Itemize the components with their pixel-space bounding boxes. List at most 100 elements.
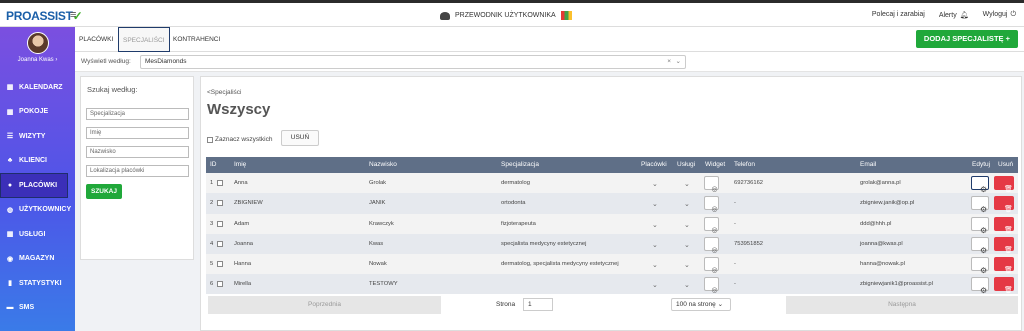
- edit-button[interactable]: ⚙: [971, 196, 989, 214]
- delete-button[interactable]: 🗑︎: [994, 216, 1014, 234]
- chevron-down-icon[interactable]: ⌄: [684, 180, 690, 188]
- edit-button[interactable]: ⚙: [971, 257, 989, 275]
- sidebar-item-klienci[interactable]: ♣ KLIENCI: [0, 149, 75, 174]
- chevron-down-icon[interactable]: ⌄: [684, 281, 690, 289]
- sidebar-item-kalendarz[interactable]: ▦ KALENDARZ: [0, 75, 75, 100]
- delete-button[interactable]: 🗑︎: [994, 196, 1014, 213]
- recommend-link[interactable]: Polecaj i zarabiaj: [872, 11, 925, 19]
- edit-button[interactable]: ⚙: [971, 176, 989, 194]
- sidebar-item-użytkownicy[interactable]: ◍ UŻYTKOWNICY: [0, 198, 75, 223]
- sidebar-item-label: POKOJE: [19, 108, 49, 116]
- chevron-down-icon[interactable]: ⌄: [652, 261, 658, 269]
- sidebar-item-pokoje[interactable]: ▦ POKOJE: [0, 100, 75, 125]
- delete-button[interactable]: 🗑︎: [994, 257, 1014, 274]
- sidebar-item-label: WIZYTY: [19, 132, 46, 140]
- delete-selected-button[interactable]: USUŃ: [281, 130, 319, 146]
- select-all[interactable]: Zaznacz wszystkich: [207, 136, 272, 143]
- row-phone: 753951852: [734, 240, 764, 247]
- graduation-cap-icon: [440, 11, 450, 20]
- tab-specjalisci[interactable]: SPECJALIŚCI: [118, 27, 170, 52]
- table-row: 6 Mirella TESTOWY - zbigniewjanik1@proassist…: [206, 274, 1018, 295]
- widget-button[interactable]: ◎: [704, 236, 719, 254]
- col-phone[interactable]: Telefon: [734, 161, 755, 168]
- box-icon: ◉: [6, 255, 14, 263]
- select-all-checkbox[interactable]: [207, 136, 213, 143]
- search-button[interactable]: SZUKAJ: [86, 184, 122, 199]
- chevron-down-icon[interactable]: ⌄: [684, 200, 690, 208]
- page-input[interactable]: 1: [523, 298, 553, 311]
- edit-button[interactable]: ⚙: [971, 236, 989, 255]
- page-size-select[interactable]: 100 na stronę ⌄: [671, 298, 731, 311]
- row-email: ddd@hhh.pl: [860, 220, 892, 227]
- select-all-label: Zaznacz wszystkich: [215, 136, 273, 143]
- widget-button[interactable]: ◎: [704, 176, 719, 193]
- filter-label: Wyświetl według:: [81, 58, 131, 65]
- col-email[interactable]: Email: [860, 161, 876, 168]
- delete-button[interactable]: 🗑︎: [994, 277, 1014, 294]
- sidebar: Joanna Kwas › ▦ KALENDARZ ▦ POKOJE ☰ WIZYTY ♣ K…: [0, 27, 75, 331]
- sidebar-item-placówki[interactable]: ● PLACÓWKI: [0, 173, 68, 198]
- chevron-down-icon[interactable]: ⌄: [652, 200, 658, 208]
- menu-icon[interactable]: ≡: [70, 9, 76, 21]
- next-page-button[interactable]: Następna: [786, 296, 1018, 314]
- sidebar-item-usługi[interactable]: ▦ USŁUGI: [0, 222, 75, 247]
- widget-button[interactable]: ◎: [704, 216, 719, 234]
- col-specialization[interactable]: Specjalizacja: [501, 161, 539, 168]
- chevron-down-icon[interactable]: ⌄: [684, 221, 690, 229]
- chevron-down-icon[interactable]: ⌄: [652, 241, 658, 249]
- row-checkbox[interactable]: [217, 200, 223, 207]
- edit-button[interactable]: ⚙: [971, 216, 989, 235]
- row-checkbox[interactable]: [217, 240, 223, 247]
- row-checkbox[interactable]: [217, 180, 223, 186]
- breadcrumb[interactable]: <Specjaliści: [207, 89, 242, 96]
- list-icon: ☰: [6, 133, 14, 141]
- row-checkbox[interactable]: [217, 261, 223, 268]
- logout-icon: ⏻: [1010, 11, 1016, 18]
- delete-button[interactable]: 🗑︎: [994, 236, 1014, 254]
- delete-button[interactable]: 🗑︎: [994, 176, 1014, 193]
- first-name-input[interactable]: Imię: [86, 127, 189, 139]
- col-services: Usługi: [677, 161, 696, 168]
- row-email: zbigniew.janik@op.pl: [860, 200, 915, 207]
- chevron-down-icon[interactable]: ⌄: [684, 241, 690, 249]
- widget-button[interactable]: ◎: [704, 277, 719, 294]
- col-id[interactable]: ID: [210, 161, 217, 168]
- chevron-down-icon[interactable]: ⌄: [684, 261, 690, 269]
- sidebar-item-statystyki[interactable]: ▮ STATYSTYKI: [0, 271, 75, 296]
- filter-select[interactable]: MesDiamonds × ⌄: [140, 55, 686, 69]
- sidebar-item-label: KALENDARZ: [19, 83, 63, 91]
- row-checkbox[interactable]: [217, 220, 223, 227]
- table-row: 1 Anna Grolak dermatolog 692736162 grolak@ann…: [206, 173, 1018, 194]
- col-first-name[interactable]: Imię: [234, 161, 246, 168]
- tab-kontrahenci[interactable]: KONTRAHENCI: [169, 27, 224, 52]
- clear-icon[interactable]: ×: [667, 56, 671, 68]
- chevron-down-icon[interactable]: ⌄: [676, 56, 681, 68]
- row-first-name: Anna: [234, 180, 248, 186]
- chevron-down-icon[interactable]: ⌄: [652, 281, 658, 289]
- widget-button[interactable]: ◎: [704, 196, 719, 213]
- alerts-link[interactable]: Alerty 🔔︎: [939, 11, 969, 19]
- last-name-input[interactable]: Nazwisko: [86, 146, 189, 158]
- row-id: 3: [210, 220, 214, 227]
- row-email: grolak@anna.pl: [860, 180, 901, 186]
- tabs-bar: PLACÓWKI SPECJALIŚCI KONTRAHENCI DODAJ S…: [75, 27, 1024, 52]
- row-specialization: fizjoterapeuta: [501, 220, 536, 227]
- sidebar-item-wizyty[interactable]: ☰ WIZYTY: [0, 124, 75, 149]
- sidebar-item-sms[interactable]: ▬ SMS: [0, 296, 75, 321]
- user-guide-link[interactable]: PRZEWODNIK UŻYTKOWNIKA: [440, 11, 572, 20]
- row-checkbox[interactable]: [217, 281, 223, 288]
- chevron-down-icon[interactable]: ⌄: [652, 221, 658, 229]
- add-specialist-button[interactable]: DODAJ SPECJALISTĘ +: [915, 30, 1018, 48]
- specialization-input[interactable]: Specjalizacja: [86, 108, 189, 120]
- tab-placowki[interactable]: PLACÓWKI: [75, 27, 117, 52]
- sidebar-item-magazyn[interactable]: ◉ MAGAZYN: [0, 247, 75, 272]
- location-input[interactable]: Lokalizacja placówki: [86, 165, 189, 177]
- user-profile[interactable]: Joanna Kwas ›: [0, 27, 75, 75]
- row-last-name: Grolak: [369, 180, 387, 186]
- logout-link[interactable]: Wyloguj ⏻: [983, 11, 1016, 19]
- chevron-down-icon[interactable]: ⌄: [652, 180, 658, 188]
- edit-button[interactable]: ⚙: [971, 277, 989, 295]
- prev-page-button[interactable]: Poprzednia: [208, 296, 441, 314]
- widget-button[interactable]: ◎: [704, 257, 719, 274]
- col-last-name[interactable]: Nazwisko: [369, 161, 397, 168]
